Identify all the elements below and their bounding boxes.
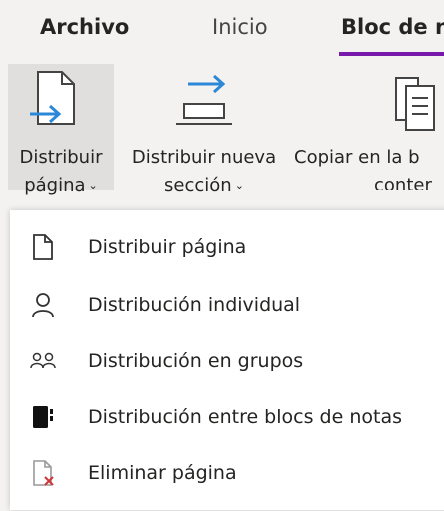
menu-item-delete-page[interactable]: Eliminar página (10, 446, 444, 504)
distribute-page-button[interactable]: Distribuir página ⌄ (8, 64, 114, 196)
menu-item-individual-distribution[interactable]: Distribución individual (10, 278, 444, 336)
distribute-new-section-button[interactable]: Distribuir nueva sección ⌄ (118, 64, 290, 196)
tab-bloc-de-notas[interactable]: Bloc de n (341, 15, 444, 39)
copy-notebook-icon (294, 70, 444, 134)
distribute-page-icon (8, 70, 114, 134)
menu-item-label: Distribuir página (88, 236, 247, 258)
copy-to-notebook-button[interactable]: Copiar en la b conter (294, 64, 444, 190)
chevron-down-icon: ⌄ (234, 179, 244, 192)
menu-item-label: Distribución individual (88, 294, 301, 316)
person-icon (30, 290, 56, 320)
menu-item-label: Distribución en grupos (88, 350, 304, 372)
page-icon (30, 232, 56, 262)
group-icon (30, 346, 56, 376)
copy-to-notebook-label: Copiar en la b conter (294, 147, 432, 190)
distribute-page-dropdown: Distribuir página Distribución individua… (10, 210, 444, 510)
ribbon-toolbar: Distribuir página ⌄ Distribuir nueva secc… (0, 60, 444, 196)
delete-page-icon (30, 458, 56, 488)
distribute-section-label: Distribuir nueva sección ⌄ (131, 147, 277, 196)
tab-inicio[interactable]: Inicio (212, 15, 268, 39)
distribute-page-label: Distribuir página ⌄ (19, 147, 103, 196)
chevron-down-icon: ⌄ (88, 179, 98, 192)
active-tab-indicator (339, 52, 444, 56)
ribbon-tab-strip: Archivo Inicio Bloc de n (0, 0, 444, 60)
distribute-section-icon (118, 70, 290, 134)
menu-item-group-distribution[interactable]: Distribución en grupos (10, 334, 444, 392)
menu-item-label: Eliminar página (88, 462, 237, 484)
notebook-icon (30, 402, 56, 432)
tab-archivo[interactable]: Archivo (40, 15, 129, 39)
menu-item-notebook-distribution[interactable]: Distribución entre blocs de notas (10, 390, 444, 448)
menu-item-distribute-page[interactable]: Distribuir página (10, 220, 444, 278)
menu-item-label: Distribución entre blocs de notas (88, 406, 402, 428)
